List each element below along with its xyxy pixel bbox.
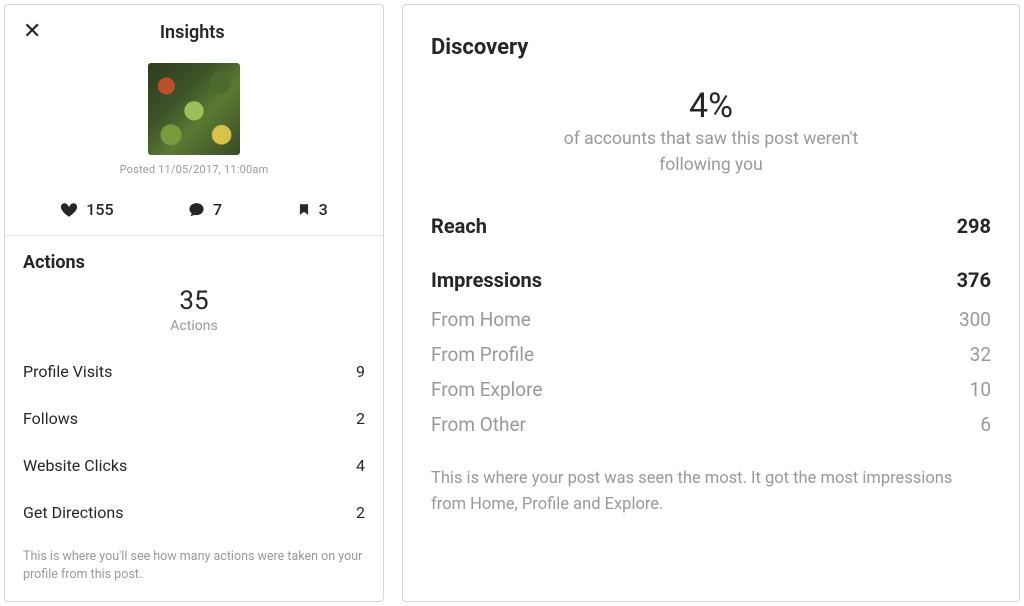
reach-value: 298 [957, 214, 991, 238]
metric-label: Get Directions [23, 503, 123, 522]
likes-count: 155 [86, 200, 113, 219]
actions-total: 35 Actions [5, 281, 383, 348]
metric-label: Profile Visits [23, 362, 112, 381]
impressions-row[interactable]: Impressions 376 [431, 258, 991, 302]
page-title: Insights [19, 22, 365, 43]
metric-value: 2 [356, 409, 365, 428]
metric-website-clicks[interactable]: Website Clicks 4 [5, 442, 383, 489]
impressions-from-explore: From Explore 10 [431, 372, 991, 407]
posted-timestamp: Posted 11/05/2017, 11:00am [120, 163, 269, 176]
likes-stat[interactable]: 155 [60, 200, 113, 219]
actions-total-number: 35 [5, 287, 383, 316]
breakdown-label: From Home [431, 308, 531, 331]
bookmark-icon [297, 201, 311, 218]
engagement-row: 155 7 3 [5, 184, 383, 236]
comments-stat[interactable]: 7 [188, 200, 222, 219]
actions-section-title: Actions [5, 236, 383, 281]
breakdown-value: 32 [970, 343, 991, 366]
discovery-section-title: Discovery [431, 35, 991, 60]
post-thumbnail[interactable] [148, 63, 240, 155]
reach-label: Reach [431, 214, 487, 238]
breakdown-value: 10 [970, 378, 991, 401]
insights-panel: ✕ Insights Posted 11/05/2017, 11:00am 15… [4, 4, 384, 602]
discovery-panel: Discovery 4% of accounts that saw this p… [402, 4, 1020, 602]
breakdown-label: From Profile [431, 343, 534, 366]
metric-value: 4 [356, 456, 365, 475]
breakdown-label: From Explore [431, 378, 542, 401]
reach-row[interactable]: Reach 298 [431, 204, 991, 248]
metric-value: 2 [356, 503, 365, 522]
discovery-percent: 4% [431, 88, 991, 125]
metric-profile-visits[interactable]: Profile Visits 9 [5, 348, 383, 395]
breakdown-value: 6 [980, 413, 991, 436]
impressions-label: Impressions [431, 268, 542, 292]
actions-total-label: Actions [5, 318, 383, 334]
impressions-from-profile: From Profile 32 [431, 337, 991, 372]
post-thumbnail-block: Posted 11/05/2017, 11:00am [5, 57, 383, 184]
impressions-value: 376 [957, 268, 991, 292]
actions-footer-note: This is where you'll see how many action… [5, 536, 383, 602]
comment-icon [188, 201, 205, 218]
discovery-percent-desc: of accounts that saw this post weren't f… [541, 127, 881, 178]
saves-count: 3 [319, 200, 328, 219]
metric-value: 9 [356, 362, 365, 381]
comments-count: 7 [213, 200, 222, 219]
impressions-from-home: From Home 300 [431, 302, 991, 337]
heart-icon [60, 201, 78, 219]
discovery-footer-note: This is where your post was seen the mos… [431, 466, 991, 517]
insights-header: ✕ Insights [5, 5, 383, 57]
impressions-from-other: From Other 6 [431, 407, 991, 442]
saves-stat[interactable]: 3 [297, 200, 328, 219]
metric-get-directions[interactable]: Get Directions 2 [5, 489, 383, 536]
metric-label: Follows [23, 409, 78, 428]
breakdown-label: From Other [431, 413, 526, 436]
breakdown-value: 300 [959, 308, 991, 331]
metric-follows[interactable]: Follows 2 [5, 395, 383, 442]
metric-label: Website Clicks [23, 456, 127, 475]
discovery-percent-block: 4% of accounts that saw this post weren'… [431, 88, 991, 178]
